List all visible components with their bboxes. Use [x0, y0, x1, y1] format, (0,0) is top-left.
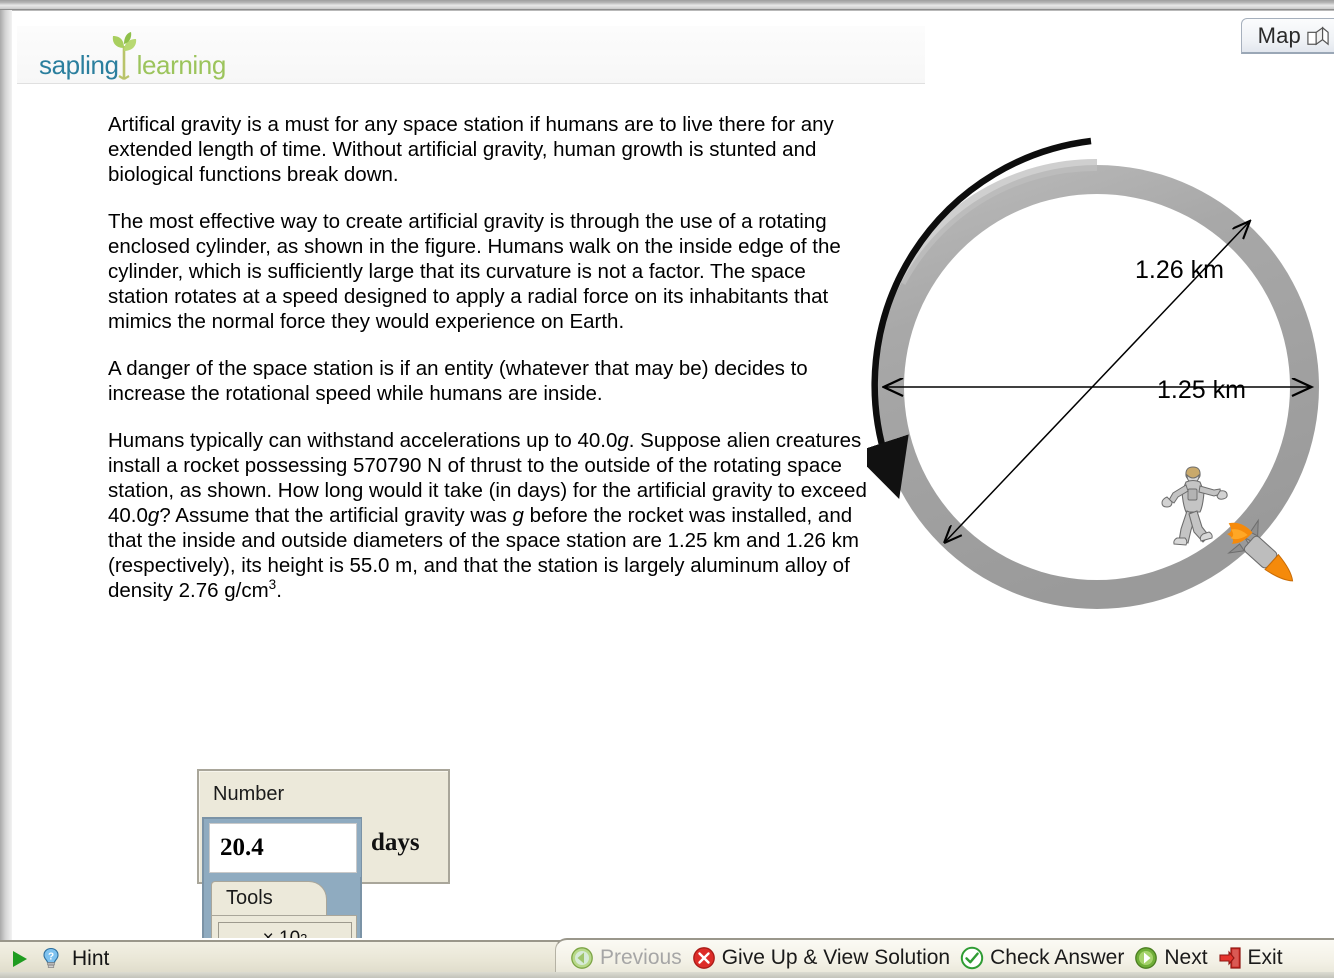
next-button[interactable]: Next — [1134, 946, 1208, 970]
map-tab-label: Map — [1257, 22, 1301, 48]
branding-header: sapling learning — [17, 26, 925, 84]
exit-label: Exit — [1247, 946, 1283, 969]
map-icon — [1307, 25, 1329, 47]
outer-diameter-label: 1.26 km — [1135, 256, 1224, 284]
answer-input-wrapper — [205, 819, 361, 877]
question-paragraph-3: A danger of the space station is if an e… — [108, 357, 808, 405]
q4-part-c: ? Assume that the artificial gravity was — [159, 504, 513, 527]
window-chrome-divider — [11, 10, 1334, 11]
play-triangle-icon[interactable] — [10, 949, 30, 969]
give-up-label: Give Up & View Solution — [721, 946, 951, 969]
question-paragraph-4: Humans typically can withstand accelerat… — [108, 428, 868, 603]
inner-diameter-label: 1.25 km — [1157, 376, 1246, 404]
scientific-notation-button[interactable]: × 102 — [218, 922, 352, 938]
next-label: Next — [1164, 946, 1208, 969]
hint-bar[interactable]: ? Hint — [0, 940, 600, 976]
toolbar-bottom-strip — [0, 972, 1334, 978]
sapling-plant-icon — [112, 32, 136, 80]
previous-label: Previous — [600, 946, 682, 969]
lightbulb-icon: ? — [39, 947, 63, 971]
svg-text:?: ? — [48, 951, 54, 962]
q4-part-a: Humans typically can withstand accelerat… — [108, 429, 618, 452]
red-x-circle-icon — [692, 946, 716, 970]
sapling-learning-logo: sapling learning — [39, 32, 226, 80]
exit-door-icon — [1218, 946, 1242, 970]
check-answer-label: Check Answer — [990, 946, 1125, 969]
application-window: Map sapling learning Artifical gravity i… — [0, 0, 1334, 978]
tools-body: × 102 — [211, 915, 357, 938]
map-tab[interactable]: Map — [1240, 18, 1334, 54]
forward-arrow-icon — [1134, 946, 1158, 970]
scientific-notation-base: × 10 — [263, 928, 301, 938]
hint-label: Hint — [72, 946, 110, 970]
space-station-figure: 1.26 km 1.25 km — [867, 132, 1327, 632]
answer-unit-label: days — [371, 829, 420, 856]
navigation-bar: Previous Give Up & View Solution Check A… — [555, 938, 1334, 976]
window-chrome-left — [0, 10, 12, 940]
q4-italic-g-1: g — [617, 429, 629, 452]
question-page: Map sapling learning Artifical gravity i… — [12, 12, 1334, 938]
question-text: Artifical gravity is a must for any spac… — [108, 112, 868, 603]
tools-tab-label: Tools — [226, 887, 273, 909]
answer-type-label: Number — [213, 783, 285, 805]
question-paragraph-2: The most effective way to create artific… — [108, 210, 841, 333]
tools-tab[interactable]: Tools — [211, 881, 327, 915]
exit-button[interactable]: Exit — [1218, 946, 1283, 970]
green-check-circle-icon — [960, 946, 984, 970]
answer-widget: Number days Tools × 102 — [197, 769, 497, 938]
q4-italic-g-2: g — [147, 504, 160, 527]
bottom-toolbar: ? Hint Previous Give Up & View Solution … — [0, 938, 1334, 978]
give-up-button[interactable]: Give Up & View Solution — [692, 946, 950, 970]
check-answer-button[interactable]: Check Answer — [960, 946, 1124, 970]
previous-button[interactable]: Previous — [570, 946, 682, 970]
answer-input[interactable] — [209, 823, 357, 873]
q4-part-e: . — [276, 579, 282, 602]
q4-italic-g-3: g — [512, 504, 524, 527]
window-chrome-top — [0, 0, 1334, 10]
back-arrow-icon — [570, 946, 594, 970]
question-paragraph-1: Artifical gravity is a must for any spac… — [108, 113, 834, 186]
